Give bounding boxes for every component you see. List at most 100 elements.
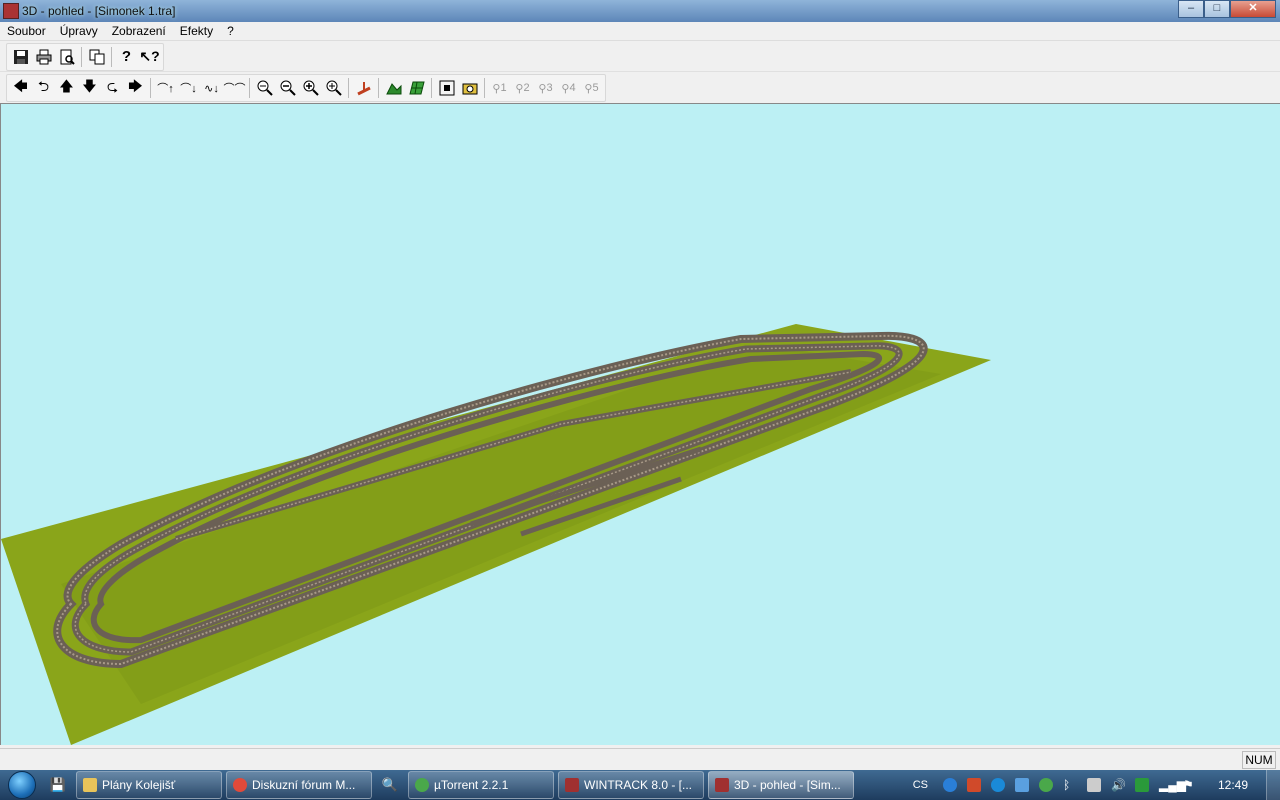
task-3d-pohled[interactable]: 3D - pohled - [Sim... — [708, 771, 854, 799]
camera-preset-icon: ⚲ — [561, 82, 570, 95]
arrow-rotate-right-icon: ⮎ — [106, 78, 119, 94]
save-icon: 💾 — [49, 777, 67, 792]
folder-icon — [83, 778, 97, 792]
standard-toolbar: ? ↖? — [0, 42, 1280, 72]
cloud-icon[interactable] — [1014, 778, 1029, 792]
wintrack-icon — [565, 778, 579, 792]
standard-toolbar-group: ? ↖? — [6, 42, 164, 71]
move-left-button[interactable]: 🡄 — [9, 77, 32, 99]
menu-zobrazeni[interactable]: Zobrazení — [105, 22, 173, 40]
menu-efekty[interactable]: Efekty — [173, 22, 220, 40]
print-preview-icon — [60, 49, 75, 65]
terrain-button[interactable] — [382, 77, 405, 99]
camera-preset-1-button[interactable]: ⚲ 1 — [488, 77, 511, 99]
camera-button[interactable] — [458, 77, 481, 99]
copy-button[interactable] — [85, 46, 108, 68]
camera-preset-label: 5 — [592, 82, 599, 94]
zoom-out-all-button[interactable] — [253, 77, 276, 99]
flag-icon[interactable]: ⚑ — [1183, 778, 1197, 792]
view-tilt-down-icon: ⌒↓ — [180, 83, 197, 95]
arrow-down-icon: 🡇 — [82, 78, 97, 94]
arrow-left-icon: 🡄 — [13, 78, 28, 94]
bluetooth-icon[interactable]: ᛒ — [1063, 778, 1077, 792]
track-button[interactable] — [352, 77, 375, 99]
print-preview-button[interactable] — [55, 46, 78, 68]
quick-launch-search[interactable]: 🔍 — [376, 772, 404, 798]
zoom-out-all-icon — [257, 80, 273, 96]
camera-preset-4-button[interactable]: ⚲ 4 — [557, 77, 580, 99]
title-bar: 3D - pohled - [Simonek 1.tra] – □ ✕ — [0, 0, 1280, 22]
teamviewer-icon[interactable] — [942, 778, 957, 792]
camera-preset-3-button[interactable]: ⚲ 3 — [534, 77, 557, 99]
help-icon: ? — [121, 48, 132, 65]
system-tray: CS ᛒ 🔊 ▂▄▆ ⚑ 12:49 — [913, 770, 1280, 800]
task-utorrent[interactable]: µTorrent 2.2.1 — [408, 771, 554, 799]
volume-icon[interactable]: 🔊 — [1111, 778, 1126, 792]
raise-view-button[interactable]: ⌒⌒ — [223, 77, 246, 99]
window-controls: – □ ✕ — [1178, 0, 1276, 19]
wintrack-icon — [715, 778, 729, 792]
zoom-in-button[interactable] — [299, 77, 322, 99]
rotate-left-button[interactable]: ⮌ — [32, 77, 55, 99]
arrow-up-icon: 🡅 — [59, 78, 74, 94]
taskbar: 💾 Plány Kolejišť Diskuzní fórum M... 🔍 µ… — [0, 770, 1280, 800]
lower-view-button[interactable]: ∿↓ — [200, 77, 223, 99]
task-wintrack[interactable]: WINTRACK 8.0 - [... — [558, 771, 704, 799]
task-plany-kolejist[interactable]: Plány Kolejišť — [76, 771, 222, 799]
close-button[interactable]: ✕ — [1230, 0, 1276, 18]
copy-icon — [89, 49, 104, 64]
toolbar-separator — [111, 46, 112, 67]
save-button[interactable] — [9, 46, 32, 68]
toolbar-separator — [249, 78, 250, 98]
show-desktop-button[interactable] — [1266, 770, 1280, 800]
rotate-right-button[interactable]: ⮎ — [101, 77, 124, 99]
camera-icon — [462, 83, 477, 95]
maximize-button[interactable]: □ — [1204, 0, 1230, 18]
app-icon — [3, 3, 19, 19]
move-down-button[interactable]: 🡇 — [78, 77, 101, 99]
print-icon — [36, 49, 51, 64]
device-icon[interactable] — [1086, 778, 1101, 792]
tilt-up-button[interactable]: ⌒↑ — [154, 77, 177, 99]
view-toolbar: 🡄 ⮌ 🡅 🡇 ⮎ 🡆 ⌒↑ ⌒↓ ∿↓ ⌒⌒ ⚲ 1 ⚲ 2 ⚲ 3 ⚲ 4 … — [0, 73, 1280, 103]
camera-preset-5-button[interactable]: ⚲ 5 — [580, 77, 603, 99]
camera-preset-icon: ⚲ — [584, 82, 593, 95]
camera-preset-icon: ⚲ — [538, 82, 547, 95]
toolbar-separator — [484, 78, 485, 98]
3d-viewport[interactable] — [0, 103, 1280, 745]
camera-preset-icon: ⚲ — [515, 82, 524, 95]
menu-upravy[interactable]: Úpravy — [53, 22, 105, 40]
quick-launch-save[interactable]: 💾 — [44, 772, 72, 798]
security-icon[interactable] — [1134, 778, 1149, 792]
minimize-button[interactable]: – — [1178, 0, 1204, 18]
context-help-button[interactable]: ↖? — [138, 46, 161, 68]
menu-help[interactable]: ? — [220, 22, 241, 40]
start-button[interactable] — [0, 770, 44, 800]
network-app-icon[interactable] — [966, 778, 981, 792]
arrow-right-icon: 🡆 — [128, 78, 143, 94]
camera-preset-2-button[interactable]: ⚲ 2 — [511, 77, 534, 99]
menu-soubor[interactable]: Soubor — [0, 22, 53, 40]
signal-icon[interactable]: ▂▄▆ — [1159, 778, 1186, 792]
toolbar-separator — [431, 78, 432, 98]
sync-icon[interactable] — [990, 778, 1005, 792]
camera-preset-icon: ⚲ — [492, 82, 501, 95]
task-label: WINTRACK 8.0 - [... — [584, 778, 693, 792]
language-indicator[interactable]: CS — [913, 779, 928, 791]
toolbar-separator — [378, 78, 379, 98]
tilt-down-button[interactable]: ⌒↓ — [177, 77, 200, 99]
move-up-button[interactable]: 🡅 — [55, 77, 78, 99]
fit-view-button[interactable] — [435, 77, 458, 99]
print-button[interactable] — [32, 46, 55, 68]
utorrent-tray-icon[interactable] — [1038, 778, 1053, 792]
grid-button[interactable] — [405, 77, 428, 99]
move-right-button[interactable]: 🡆 — [124, 77, 147, 99]
zoom-out-button[interactable] — [276, 77, 299, 99]
grid-icon — [408, 81, 425, 95]
zoom-in-all-button[interactable] — [322, 77, 345, 99]
context-help-icon: ↖? — [139, 48, 160, 64]
clock[interactable]: 12:49 — [1218, 778, 1248, 792]
zoom-out-icon — [280, 80, 296, 96]
help-button[interactable]: ? — [115, 46, 138, 68]
task-diskuzni-forum[interactable]: Diskuzní fórum M... — [226, 771, 372, 799]
